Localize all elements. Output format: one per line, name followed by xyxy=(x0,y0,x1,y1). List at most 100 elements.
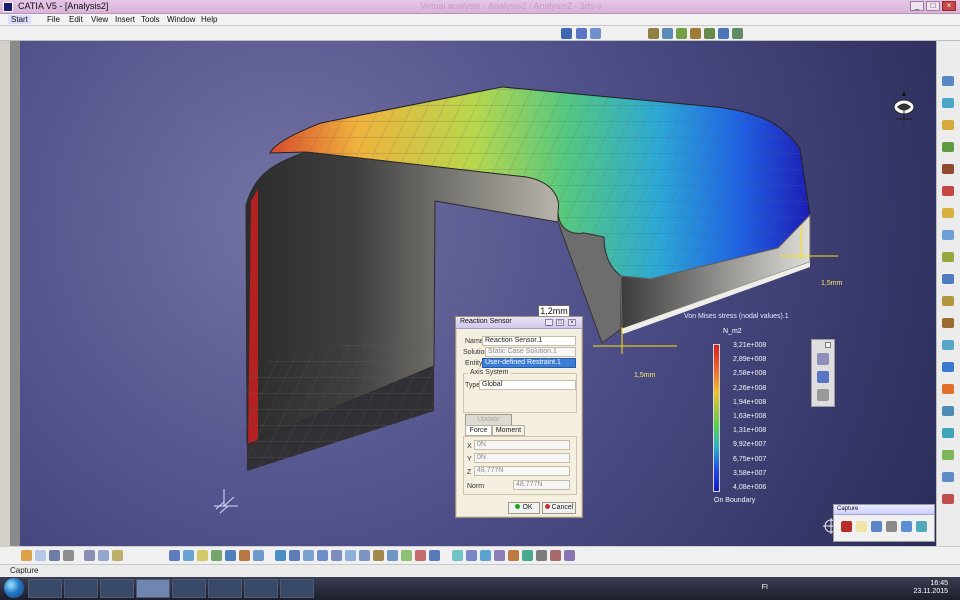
bottom-tool-icon-25[interactable] xyxy=(415,550,426,561)
bottom-tool-icon-9[interactable] xyxy=(183,550,194,561)
name-field[interactable]: Reaction Sensor.1 xyxy=(482,336,576,346)
panel-tool-icon-2[interactable] xyxy=(817,371,829,383)
capture-tool-icon-4[interactable] xyxy=(886,521,897,532)
close-button[interactable]: × xyxy=(942,1,956,11)
menu-edit[interactable]: Edit xyxy=(69,15,83,24)
menu-view[interactable]: View xyxy=(91,15,108,24)
toolbar-icon-10[interactable] xyxy=(732,28,743,39)
bottom-tool-icon-23[interactable] xyxy=(387,550,398,561)
toolbar-icon-5[interactable] xyxy=(662,28,673,39)
cancel-button[interactable]: Cancel xyxy=(542,502,576,514)
right-toolbar-icon-8[interactable] xyxy=(942,230,954,240)
taskbar-item-acrobat[interactable] xyxy=(172,579,206,598)
menu-tools[interactable]: Tools xyxy=(141,15,160,24)
right-toolbar-icon-7[interactable] xyxy=(942,208,954,218)
dialog-minimize-button[interactable]: _ xyxy=(545,319,553,326)
bottom-tool-icon-2[interactable] xyxy=(35,550,46,561)
maximize-button[interactable]: □ xyxy=(926,1,940,11)
bottom-tool-icon-6[interactable] xyxy=(98,550,109,561)
right-toolbar-icon-12[interactable] xyxy=(942,318,954,328)
bottom-tool-icon-27[interactable] xyxy=(452,550,463,561)
right-toolbar-icon-17[interactable] xyxy=(942,428,954,438)
toolbar-icon-8[interactable] xyxy=(704,28,715,39)
type-select[interactable]: Global xyxy=(479,380,576,390)
capture-tool-icon-3[interactable] xyxy=(871,521,882,532)
taskbar-item-catia[interactable] xyxy=(136,579,170,598)
menu-start[interactable]: Start xyxy=(8,15,31,24)
bottom-tool-icon-22[interactable] xyxy=(373,550,384,561)
right-toolbar-icon-18[interactable] xyxy=(942,450,954,460)
bottom-tool-icon-8[interactable] xyxy=(169,550,180,561)
dialog-maximize-button[interactable]: □ xyxy=(556,319,564,326)
compass-icon[interactable] xyxy=(888,89,920,131)
right-toolbar-icon-19[interactable] xyxy=(942,472,954,482)
bottom-tool-icon-15[interactable] xyxy=(275,550,286,561)
bottom-tool-icon-31[interactable] xyxy=(508,550,519,561)
menu-window[interactable]: Window xyxy=(167,15,195,24)
panel-tool-icon-3[interactable] xyxy=(817,389,829,401)
taskbar-item-app-1[interactable] xyxy=(208,579,242,598)
taskbar-item-explorer[interactable] xyxy=(64,579,98,598)
bottom-tool-icon-33[interactable] xyxy=(536,550,547,561)
bottom-tool-icon-16[interactable] xyxy=(289,550,300,561)
right-toolbar-icon-10[interactable] xyxy=(942,274,954,284)
right-toolbar-icon-9[interactable] xyxy=(942,252,954,262)
right-toolbar-icon-14[interactable] xyxy=(942,362,954,372)
right-toolbar-icon-16[interactable] xyxy=(942,406,954,416)
right-toolbar-icon-20[interactable] xyxy=(942,494,954,504)
right-toolbar-icon-1[interactable] xyxy=(942,76,954,86)
toolbar-icon-7[interactable] xyxy=(690,28,701,39)
bottom-tool-icon-12[interactable] xyxy=(225,550,236,561)
bottom-tool-icon-18[interactable] xyxy=(317,550,328,561)
right-toolbar-icon-2[interactable] xyxy=(942,98,954,108)
bottom-tool-icon-26[interactable] xyxy=(429,550,440,561)
taskbar-item-pdf[interactable] xyxy=(280,579,314,598)
toolbar-icon-6[interactable] xyxy=(676,28,687,39)
ok-button[interactable]: OK xyxy=(508,502,540,514)
tab-moment[interactable]: Moment xyxy=(492,425,525,436)
toolbar-icon-1[interactable] xyxy=(561,28,572,39)
tab-force[interactable]: Force xyxy=(465,425,492,436)
menu-help[interactable]: Help xyxy=(201,15,217,24)
bottom-tool-icon-30[interactable] xyxy=(494,550,505,561)
bottom-tool-icon-17[interactable] xyxy=(303,550,314,561)
bottom-tool-icon-14[interactable] xyxy=(253,550,264,561)
minimize-button[interactable]: _ xyxy=(910,1,924,11)
record-icon[interactable] xyxy=(841,521,852,532)
toolbar-icon-3[interactable] xyxy=(590,28,601,39)
bottom-tool-icon-21[interactable] xyxy=(359,550,370,561)
menu-file[interactable]: File xyxy=(47,15,60,24)
toolbar-icon-4[interactable] xyxy=(648,28,659,39)
bottom-tool-icon-34[interactable] xyxy=(550,550,561,561)
capture-tool-icon-6[interactable] xyxy=(916,521,927,532)
bottom-tool-icon-7[interactable] xyxy=(112,550,123,561)
bottom-tool-icon-24[interactable] xyxy=(401,550,412,561)
panel-tool-icon-1[interactable] xyxy=(817,353,829,365)
select-icon[interactable] xyxy=(856,521,867,532)
bottom-tool-icon-11[interactable] xyxy=(211,550,222,561)
bottom-tool-icon-5[interactable] xyxy=(84,550,95,561)
bottom-tool-icon-32[interactable] xyxy=(522,550,533,561)
right-toolbar-icon-13[interactable] xyxy=(942,340,954,350)
toolbar-icon-9[interactable] xyxy=(718,28,729,39)
close-icon[interactable] xyxy=(825,342,831,348)
taskbar-item-ie[interactable] xyxy=(28,579,62,598)
right-toolbar-icon-6[interactable] xyxy=(942,186,954,196)
taskbar-item-word[interactable] xyxy=(244,579,278,598)
bottom-tool-icon-20[interactable] xyxy=(345,550,356,561)
bottom-tool-icon-29[interactable] xyxy=(480,550,491,561)
right-toolbar-icon-4[interactable] xyxy=(942,142,954,152)
toolbar-icon-2[interactable] xyxy=(576,28,587,39)
capture-tool-icon-5[interactable] xyxy=(901,521,912,532)
bottom-tool-icon-13[interactable] xyxy=(239,550,250,561)
bottom-tool-icon-10[interactable] xyxy=(197,550,208,561)
windows-start-button[interactable] xyxy=(4,578,24,598)
bottom-tool-icon-1[interactable] xyxy=(21,550,32,561)
bottom-tool-icon-4[interactable] xyxy=(63,550,74,561)
right-toolbar-icon-11[interactable] xyxy=(942,296,954,306)
right-toolbar-icon-15[interactable] xyxy=(942,384,954,394)
menu-insert[interactable]: Insert xyxy=(115,15,135,24)
bottom-tool-icon-3[interactable] xyxy=(49,550,60,561)
dialog-close-button[interactable]: × xyxy=(568,319,576,326)
right-toolbar-icon-3[interactable] xyxy=(942,120,954,130)
